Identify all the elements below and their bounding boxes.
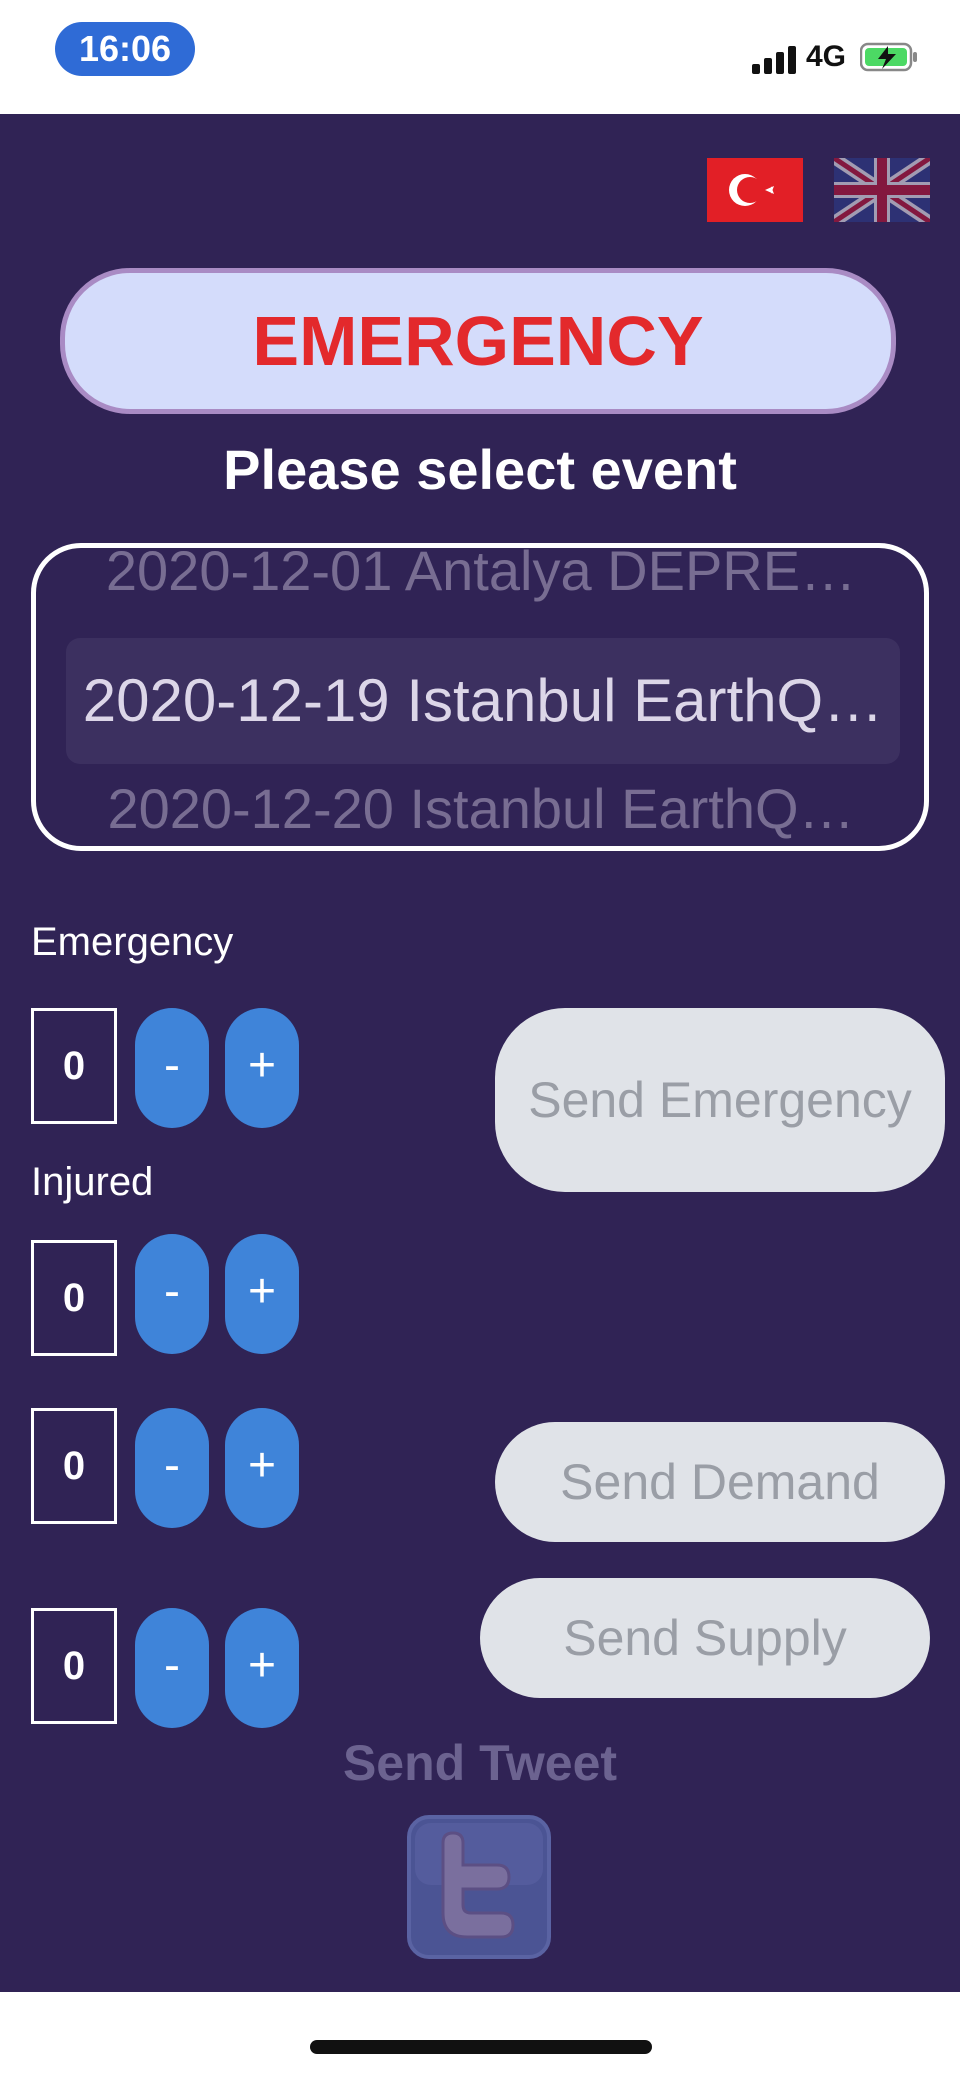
demand-minus-button[interactable]: -	[135, 1408, 209, 1528]
injured-minus-button[interactable]: -	[135, 1234, 209, 1354]
uk-flag-icon[interactable]	[834, 158, 930, 222]
picker-option-previous[interactable]: 2020-12-01 Antalya DEPRE…	[66, 548, 896, 603]
injured-label: Injured	[31, 1160, 154, 1204]
network-type: 4G	[806, 40, 847, 73]
supply-minus-button[interactable]: -	[135, 1608, 209, 1728]
status-bar: 16:06 4G	[0, 0, 960, 114]
send-tweet-label: Send Tweet	[342, 1735, 618, 1791]
send-supply-button[interactable]: Send Supply	[480, 1578, 930, 1698]
send-demand-button[interactable]: Send Demand	[495, 1422, 945, 1542]
emergency-minus-button[interactable]: -	[135, 1008, 209, 1128]
injured-count: 0	[31, 1240, 117, 1356]
battery-charging-icon	[860, 42, 917, 72]
demand-plus-button[interactable]: +	[225, 1408, 299, 1528]
supply-count: 0	[31, 1608, 117, 1724]
emergency-label: Emergency	[31, 920, 234, 964]
home-indicator[interactable]	[310, 2040, 652, 2054]
emergency-banner: EMERGENCY	[60, 268, 896, 414]
signal-icon	[752, 44, 798, 74]
select-event-title: Please select event	[223, 438, 737, 501]
status-time: 16:06	[55, 22, 195, 76]
send-emergency-button[interactable]: Send Emergency	[495, 1008, 945, 1192]
emergency-count: 0	[31, 1008, 117, 1124]
demand-count: 0	[31, 1408, 117, 1524]
emergency-plus-button[interactable]: +	[225, 1008, 299, 1128]
twitter-icon[interactable]	[405, 1813, 553, 1961]
event-picker[interactable]: 2020-12-01 Antalya DEPRE… 2020-12-19 Ist…	[31, 543, 929, 851]
picker-option-selected[interactable]: 2020-12-19 Istanbul EarthQ…	[66, 638, 900, 764]
supply-plus-button[interactable]: +	[225, 1608, 299, 1728]
injured-plus-button[interactable]: +	[225, 1234, 299, 1354]
picker-option-next[interactable]: 2020-12-20 Istanbul EarthQ…	[66, 776, 896, 841]
tr-flag-icon[interactable]	[707, 158, 803, 222]
home-bar-area	[0, 1992, 960, 2079]
